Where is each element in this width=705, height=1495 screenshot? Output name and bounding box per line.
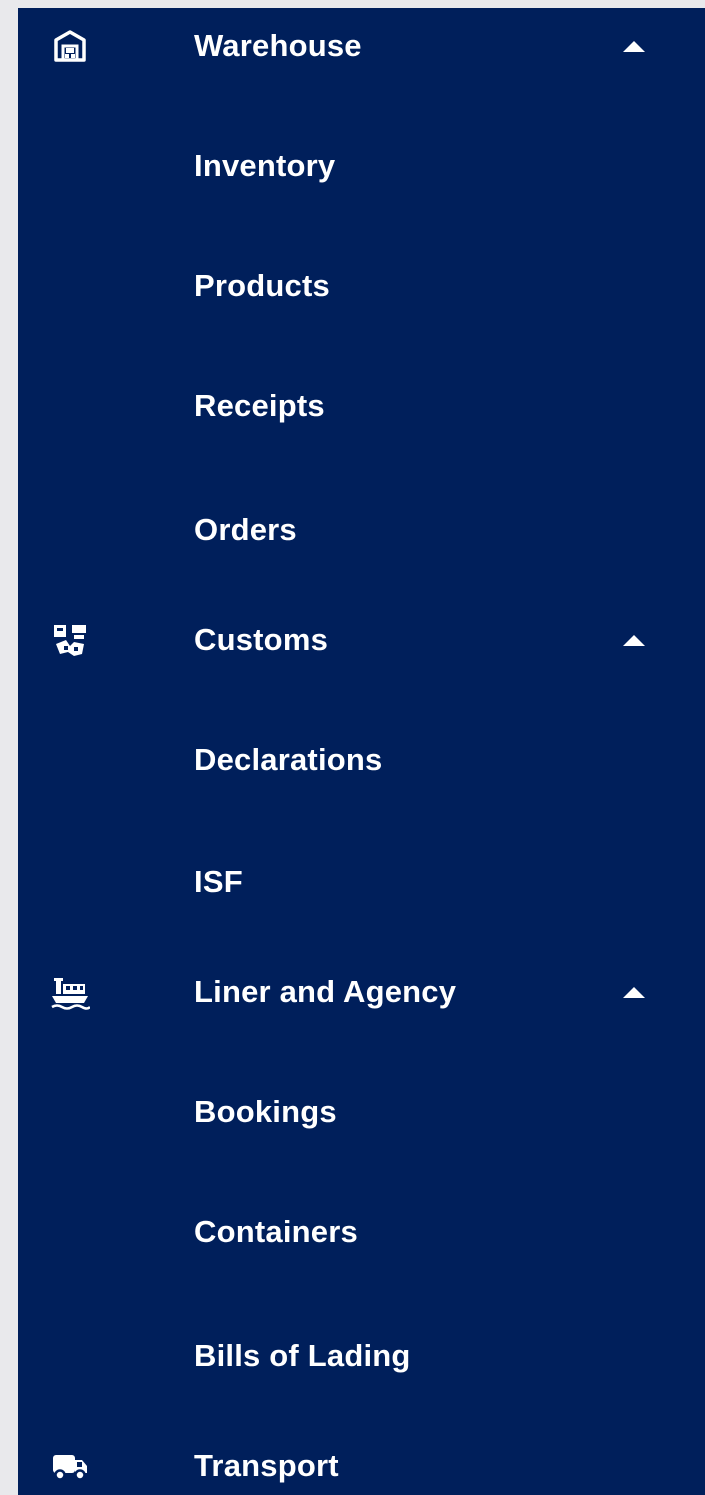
chevron-up-icon[interactable] bbox=[622, 985, 646, 999]
nav-item-label: Containers bbox=[194, 1214, 358, 1249]
chevron-up-icon[interactable] bbox=[622, 39, 646, 53]
nav-section-label: Liner and Agency bbox=[194, 974, 457, 1009]
nav-item-isf[interactable]: ISF bbox=[18, 842, 705, 922]
nav-section-transport[interactable]: Transport bbox=[18, 1426, 705, 1495]
nav-item-label: Bills of Lading bbox=[194, 1338, 411, 1373]
nav-item-label: ISF bbox=[194, 864, 243, 899]
chevron-up-icon[interactable] bbox=[622, 633, 646, 647]
nav-item-bills-of-lading[interactable]: Bills of Lading bbox=[18, 1316, 705, 1396]
nav-item-declarations[interactable]: Declarations bbox=[18, 720, 705, 800]
nav-item-label: Orders bbox=[194, 512, 297, 547]
warehouse-icon bbox=[50, 26, 90, 66]
nav-section-label: Transport bbox=[194, 1448, 339, 1483]
nav-section-liner-and-agency[interactable]: Liner and Agency bbox=[18, 952, 705, 1032]
customs-icon bbox=[50, 620, 90, 660]
nav-item-orders[interactable]: Orders bbox=[18, 490, 705, 570]
sidebar-nav: Warehouse Inventory Products Receipts Or… bbox=[18, 8, 705, 1495]
nav-section-label: Customs bbox=[194, 622, 329, 657]
nav-item-label: Inventory bbox=[194, 148, 336, 183]
nav-item-label: Declarations bbox=[194, 742, 383, 777]
nav-section-label: Warehouse bbox=[194, 28, 362, 63]
nav-item-label: Products bbox=[194, 268, 330, 303]
nav-item-label: Receipts bbox=[194, 388, 325, 423]
nav-item-receipts[interactable]: Receipts bbox=[18, 366, 705, 446]
nav-item-bookings[interactable]: Bookings bbox=[18, 1072, 705, 1152]
nav-section-warehouse[interactable]: Warehouse bbox=[18, 8, 705, 86]
nav-item-label: Bookings bbox=[194, 1094, 337, 1129]
nav-item-products[interactable]: Products bbox=[18, 246, 705, 326]
nav-item-containers[interactable]: Containers bbox=[18, 1192, 705, 1272]
nav-item-inventory[interactable]: Inventory bbox=[18, 126, 705, 206]
truck-icon bbox=[50, 1446, 90, 1486]
ship-icon bbox=[50, 972, 90, 1012]
nav-section-customs[interactable]: Customs bbox=[18, 600, 705, 680]
